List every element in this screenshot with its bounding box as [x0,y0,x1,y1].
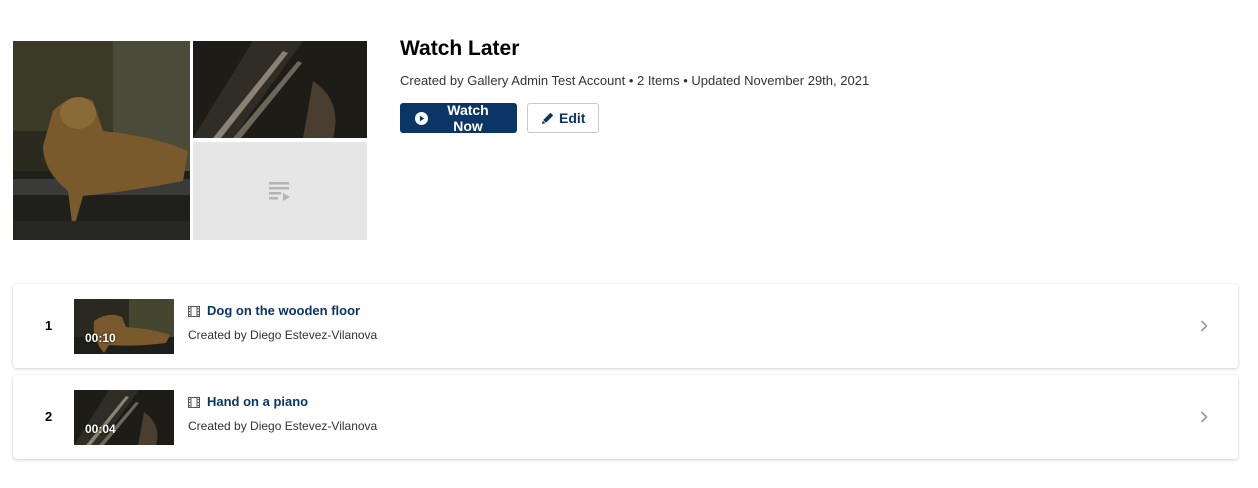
item-title-link[interactable]: Dog on the wooden floor [207,303,360,318]
playlist-collage [13,41,367,240]
collage-placeholder [193,142,367,240]
item-thumbnail[interactable]: 00:10 [74,299,174,354]
list-item[interactable]: 2 00:04 Hand on a piano Created by Diego… [13,375,1238,459]
collage-thumbnail-piano [193,41,367,138]
item-thumbnail[interactable]: 00:04 [74,390,174,445]
chevron-right-icon[interactable] [1200,410,1208,428]
edit-button[interactable]: Edit [527,103,599,133]
film-icon [188,304,200,322]
chevron-right-icon[interactable] [1200,319,1208,337]
watch-now-label: Watch Now [447,102,489,134]
page-title: Watch Later [400,37,520,60]
item-title-link[interactable]: Hand on a piano [207,394,308,409]
playlist-items: 1 00:10 Dog on the wooden floor Created … [13,284,1238,466]
item-index: 2 [45,409,53,424]
playlist-icon [269,181,291,201]
duration-badge: 00:04 [85,422,116,436]
duration-badge: 00:10 [85,331,116,345]
pencil-icon [542,112,554,124]
edit-label: Edit [559,110,586,126]
watch-now-button[interactable]: Watch Now [400,102,517,134]
playlist-header: Watch Later Created by Gallery Admin Tes… [400,36,870,134]
playlist-actions: Watch Now Edit [400,102,869,134]
collage-thumbnail-dog [13,41,190,240]
item-index: 1 [45,318,53,333]
item-creator: Created by Diego Estevez-Vilanova [188,328,378,342]
list-item[interactable]: 1 00:10 Dog on the wooden floor Created … [13,284,1238,368]
play-circle-icon [415,111,428,125]
film-icon [188,395,200,413]
playlist-meta: Created by Gallery Admin Test Account • … [400,73,870,88]
item-creator: Created by Diego Estevez-Vilanova [188,419,378,433]
